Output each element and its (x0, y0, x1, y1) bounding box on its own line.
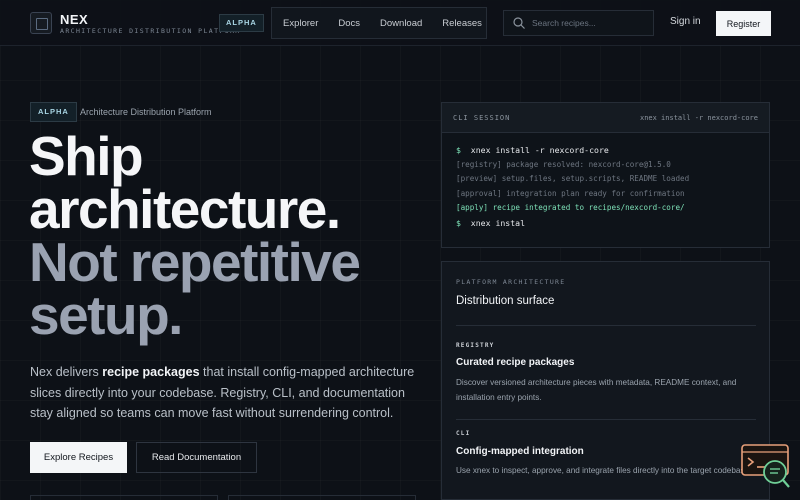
arch-title: Distribution surface (456, 295, 555, 307)
cli-output: $ xnex install -r nexcord-core [registry… (442, 133, 769, 231)
divider (456, 325, 756, 326)
feature-tag: CLI (456, 430, 471, 437)
cli-line: [approval] integration plan ready for co… (456, 188, 685, 198)
cli-line: [apply] recipe integrated to recipes/nex… (456, 203, 685, 213)
search-box[interactable] (503, 10, 654, 36)
brand-name[interactable]: NEX (60, 12, 88, 27)
cli-session-panel: CLI SESSION xnex install -r nexcord-core… (441, 102, 770, 248)
desc-bold: recipe packages (102, 365, 200, 379)
hero-badge-text: Architecture Distribution Platform (80, 107, 212, 117)
cli-line: [preview] setup.files, setup.scripts, RE… (456, 174, 690, 184)
feature-title: Curated recipe packages (456, 357, 575, 368)
cli-line: $ xnex instal (456, 216, 755, 231)
headline-line-3: Not repetitive (29, 231, 361, 293)
search-icon (513, 17, 525, 29)
search-input[interactable] (532, 18, 652, 28)
hero-description: Nex delivers recipe packages that instal… (30, 362, 420, 424)
nav-releases[interactable]: Releases (442, 18, 482, 29)
logo-icon[interactable] (30, 12, 52, 34)
headline-line-2: architecture. (29, 178, 341, 240)
signin-button[interactable]: Sign in (670, 16, 701, 27)
feature-description: Use xnex to inspect, approve, and integr… (456, 466, 752, 475)
cli-line: [registry] package resolved: nexcord-cor… (456, 159, 671, 169)
chat-search-icon[interactable] (741, 444, 791, 490)
cli-header: CLI SESSION xnex install -r nexcord-core (442, 103, 769, 133)
headline-line-4: setup. (29, 284, 183, 346)
prompt-symbol: $ (456, 217, 461, 228)
top-navbar: NEX ARCHITECTURE DISTRIBUTION PLATFORM A… (0, 0, 800, 46)
cli-label: CLI SESSION (453, 113, 511, 122)
register-button[interactable]: Register (716, 11, 771, 36)
hero-alpha-badge: ALPHA (30, 102, 77, 122)
nav-docs[interactable]: Docs (338, 18, 360, 29)
platform-architecture-panel: PLATFORM ARCHITECTURE Distribution surfa… (441, 261, 770, 500)
alpha-badge: ALPHA (219, 14, 264, 32)
stat-card (228, 495, 416, 500)
headline-line-1: Ship (29, 125, 144, 187)
explore-recipes-button[interactable]: Explore Recipes (30, 442, 127, 473)
feature-tag: REGISTRY (456, 342, 495, 349)
main-nav: Explorer Docs Download Releases (271, 7, 487, 39)
divider (456, 419, 756, 420)
arch-label: PLATFORM ARCHITECTURE (456, 278, 566, 286)
read-documentation-button[interactable]: Read Documentation (136, 442, 257, 473)
cli-line-text: xnex instal (470, 217, 526, 228)
hero-headline: Ship architecture. Not repetitive setup. (29, 125, 429, 346)
cli-line-text: xnex install -r nexcord-core (470, 145, 609, 155)
nav-explorer[interactable]: Explorer (283, 18, 318, 29)
feature-description: Discover versioned architecture pieces w… (456, 378, 737, 402)
brand-subtitle: ARCHITECTURE DISTRIBUTION PLATFORM (60, 27, 241, 35)
feature-title: Config-mapped integration (456, 446, 584, 457)
prompt-symbol: $ (456, 145, 461, 155)
cli-header-command: xnex install -r nexcord-core (639, 113, 758, 122)
cli-line: $ xnex install -r nexcord-core (456, 143, 755, 158)
stat-card (30, 495, 218, 500)
desc-pre: Nex delivers (30, 365, 103, 379)
nav-download[interactable]: Download (380, 18, 422, 29)
